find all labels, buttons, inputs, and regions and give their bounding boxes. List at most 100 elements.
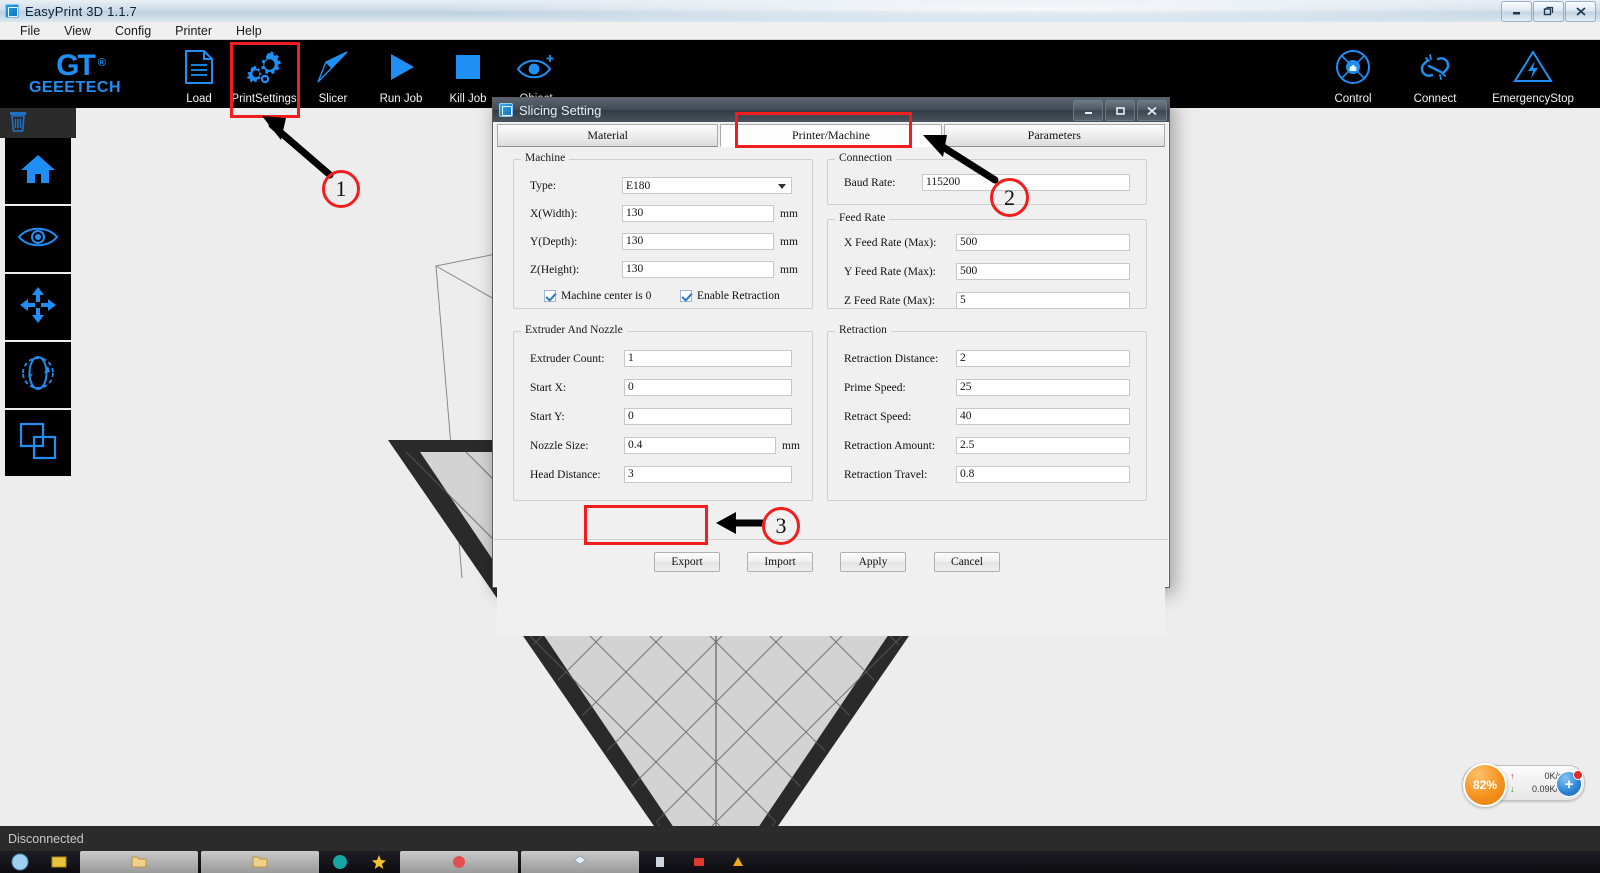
input-head-distance[interactable]: [624, 466, 792, 483]
group-machine: Machine Type: E180 X(Width): mm Y(Depth)…: [513, 159, 813, 309]
rail-button-home[interactable]: [5, 138, 71, 204]
add-widget-button[interactable]: +: [1556, 771, 1582, 797]
taskbar-window-easyprint[interactable]: [521, 851, 639, 873]
label-start-x: Start X:: [530, 382, 624, 394]
menu-help[interactable]: Help: [224, 22, 274, 40]
input-prime-speed[interactable]: [956, 379, 1130, 396]
toolbar-button-printsettings[interactable]: PrintSettings: [233, 40, 295, 108]
tab-material[interactable]: Material: [497, 124, 718, 147]
taskbar-icon-star-app[interactable]: [361, 851, 397, 873]
taskbar-icon-browser[interactable]: [2, 851, 38, 873]
toolbar-button-slicer[interactable]: Slicer: [302, 40, 364, 108]
checkbox-enable-retraction[interactable]: Enable Retraction: [680, 290, 780, 302]
apply-button[interactable]: Apply: [840, 552, 906, 572]
checkbox-enable-retraction-label: Enable Retraction: [697, 290, 780, 302]
input-retract-speed[interactable]: [956, 408, 1130, 425]
field-retraction-travel: Retraction Travel:: [844, 466, 1130, 483]
rail-button-rotate[interactable]: [5, 342, 71, 408]
input-retraction-amount[interactable]: [956, 437, 1130, 454]
input-retraction-travel[interactable]: [956, 466, 1130, 483]
toolbar-button-connect[interactable]: Connect: [1402, 40, 1468, 108]
close-button[interactable]: [1565, 1, 1596, 22]
toolbar-button-runjob[interactable]: Run Job: [370, 40, 432, 108]
field-y-feed-rate: Y Feed Rate (Max):: [844, 263, 1130, 280]
left-tool-rail: [0, 108, 76, 853]
dialog-minimize-button[interactable]: [1073, 100, 1103, 121]
field-y-depth: Y(Depth): mm: [530, 233, 798, 250]
input-retraction-distance[interactable]: [956, 350, 1130, 367]
application-titlebar: EasyPrint 3D 1.1.7: [0, 0, 1600, 23]
toolbar-button-emergencystop[interactable]: EmergencyStop: [1478, 40, 1588, 108]
taskbar-icon-notes[interactable]: [41, 851, 77, 873]
checkbox-checked-icon[interactable]: [680, 290, 692, 302]
toolbar-label-printsettings: PrintSettings: [231, 93, 296, 105]
checkbox-machine-center-is-0[interactable]: Machine center is 0: [544, 290, 651, 302]
toolbar-button-killjob[interactable]: Kill Job: [437, 40, 499, 108]
input-z-feed-rate[interactable]: [956, 292, 1130, 309]
network-speed-widget[interactable]: 82% ↑ 0K/s ↓ 0.09K/s +: [1463, 765, 1585, 801]
windows-taskbar: [0, 851, 1600, 873]
import-button[interactable]: Import: [747, 552, 813, 572]
taskbar-icon-misc[interactable]: [642, 851, 678, 873]
input-start-x[interactable]: [624, 379, 792, 396]
group-extruder-title: Extruder And Nozzle: [521, 324, 627, 336]
input-nozzle-size[interactable]: [624, 437, 776, 454]
select-machine-type[interactable]: E180: [622, 177, 792, 194]
input-y-depth[interactable]: [622, 233, 774, 250]
chevron-down-icon[interactable]: [778, 184, 786, 189]
input-extruder-count[interactable]: [624, 350, 792, 367]
menu-file[interactable]: File: [8, 22, 52, 40]
taskbar-icon-orange[interactable]: [720, 851, 756, 873]
label-y-feed-rate: Y Feed Rate (Max):: [844, 266, 956, 278]
rail-button-scale[interactable]: [5, 410, 71, 476]
window-controls[interactable]: [1501, 1, 1596, 22]
warning-bolt-icon: [1478, 40, 1588, 93]
input-baud-rate[interactable]: [922, 174, 1130, 191]
app-cube-icon: [499, 103, 513, 117]
label-z-feed-rate: Z Feed Rate (Max):: [844, 295, 956, 307]
dialog-window-controls[interactable]: [1073, 100, 1167, 121]
rail-button-view[interactable]: [5, 206, 71, 272]
tab-printer-machine[interactable]: Printer/Machine: [720, 124, 941, 147]
taskbar-icon-red-square[interactable]: [681, 851, 717, 873]
restore-button[interactable]: [1533, 1, 1564, 22]
checkbox-checked-icon[interactable]: [544, 290, 556, 302]
taskbar-window-red-app[interactable]: [400, 851, 518, 873]
label-x-feed-rate: X Feed Rate (Max):: [844, 237, 956, 249]
cancel-button[interactable]: Cancel: [934, 552, 1000, 572]
toolbar-button-load[interactable]: Load: [168, 40, 230, 108]
field-retraction-amount: Retraction Amount:: [844, 437, 1130, 454]
input-start-y[interactable]: [624, 408, 792, 425]
unit-nozzle-size: mm: [782, 440, 800, 452]
taskbar-icon-teal-app[interactable]: [322, 851, 358, 873]
input-x-width[interactable]: [622, 205, 774, 222]
input-y-feed-rate[interactable]: [956, 263, 1130, 280]
label-prime-speed: Prime Speed:: [844, 382, 956, 394]
menu-config[interactable]: Config: [103, 22, 163, 40]
trash-band: [0, 108, 76, 138]
cpu-percent-badge[interactable]: 82%: [1463, 763, 1507, 807]
menu-printer[interactable]: Printer: [163, 22, 224, 40]
group-connection: Connection Baud Rate:: [827, 159, 1147, 205]
move-arrows-icon: [18, 285, 58, 330]
group-feed-rate-title: Feed Rate: [835, 212, 889, 224]
menu-view[interactable]: View: [52, 22, 103, 40]
export-button[interactable]: Export: [654, 552, 720, 572]
dialog-bottom-button-bar: Export Import Apply Cancel: [494, 539, 1168, 586]
tab-parameters[interactable]: Parameters: [944, 124, 1165, 147]
field-retraction-distance: Retraction Distance:: [844, 350, 1130, 367]
stop-square-icon: [437, 40, 499, 93]
dialog-tabstrip[interactable]: Material Printer/Machine Parameters: [497, 124, 1165, 147]
label-retraction-distance: Retraction Distance:: [844, 353, 956, 365]
trash-icon[interactable]: [8, 110, 28, 137]
dialog-close-button[interactable]: [1137, 100, 1167, 121]
taskbar-window-folder-2[interactable]: [201, 851, 319, 873]
dialog-maximize-button[interactable]: [1105, 100, 1135, 121]
input-z-height[interactable]: [622, 261, 774, 278]
rail-button-move[interactable]: [5, 274, 71, 340]
slicing-setting-dialog[interactable]: Slicing Setting Material Printer/Machine…: [492, 97, 1170, 588]
minimize-button[interactable]: [1501, 1, 1532, 22]
toolbar-button-control[interactable]: Control: [1320, 40, 1386, 108]
taskbar-window-folder-1[interactable]: [80, 851, 198, 873]
input-x-feed-rate[interactable]: [956, 234, 1130, 251]
